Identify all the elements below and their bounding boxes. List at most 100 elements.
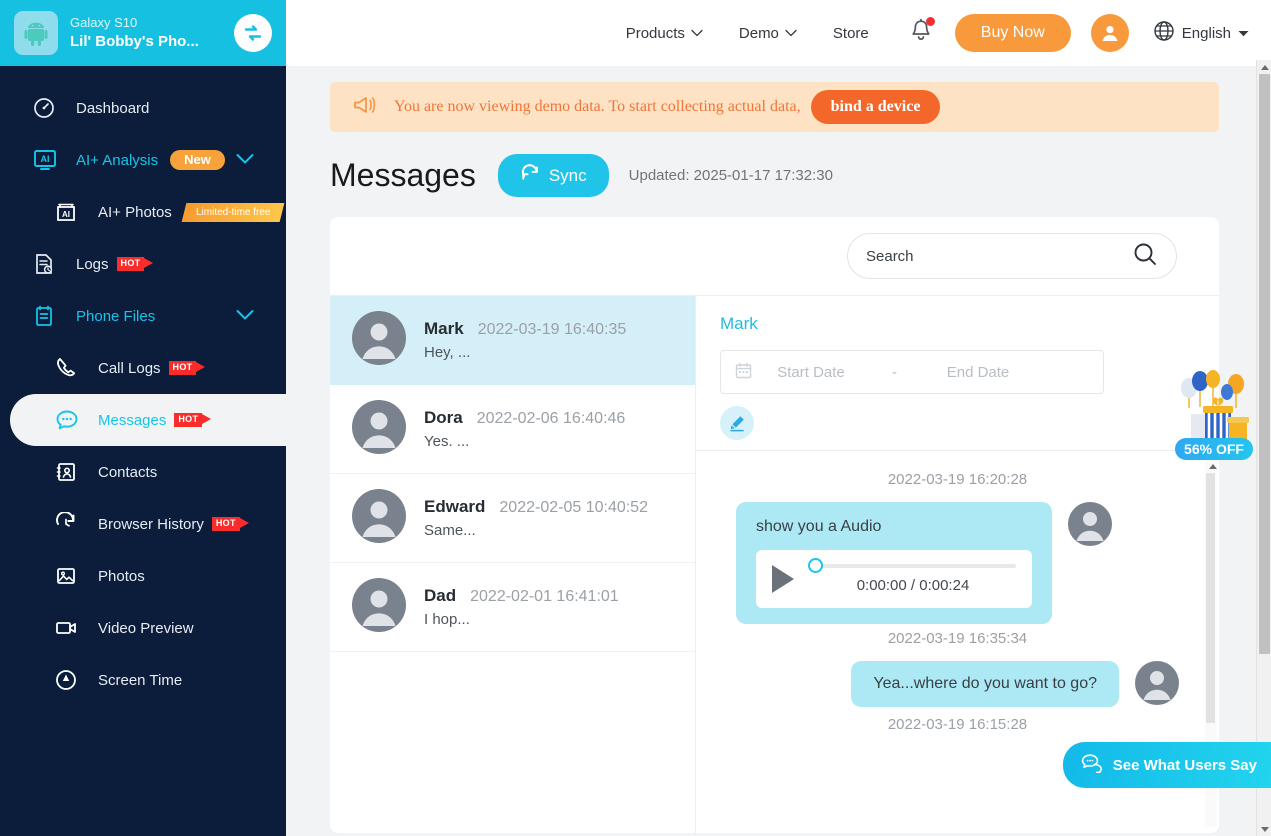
chat-message-incoming: show you a Audio 0:00:00 / 0:00:24: [736, 502, 1179, 624]
svg-text:AI: AI: [41, 154, 50, 164]
sync-button[interactable]: Sync: [497, 154, 609, 197]
list-item[interactable]: Edward 2022-02-05 10:40:52 Same...: [330, 474, 695, 563]
sidebar-item-label: Photos: [98, 567, 145, 585]
chevron-down-icon[interactable]: [236, 308, 254, 325]
date-range-separator: -: [892, 363, 897, 381]
audio-time-label: 0:00:00 / 0:00:24: [856, 577, 970, 594]
notification-dot: [925, 16, 935, 26]
sidebar: Galaxy S10 Lil' Bobby's Pho... Dashboard…: [0, 0, 286, 836]
sidebar-item-label: Browser History: [98, 515, 204, 533]
device-model: Galaxy S10: [70, 15, 138, 31]
buy-now-button[interactable]: Buy Now: [954, 14, 1071, 52]
nav-store[interactable]: Store: [833, 25, 869, 42]
language-selector[interactable]: English: [1153, 20, 1249, 46]
end-date-input[interactable]: [919, 363, 1037, 381]
message-text: show you a Audio: [756, 518, 882, 535]
avatar: [352, 399, 406, 459]
top-nav-links: Products Demo Store: [626, 25, 869, 42]
avatar: [1068, 502, 1112, 551]
date-range-filter[interactable]: -: [720, 350, 1104, 394]
sidebar-item-label: Dashboard: [76, 99, 150, 117]
message-timestamp: 2022-02-06 16:40:46: [476, 410, 626, 427]
message-preview: Yes. ...: [424, 433, 470, 450]
sidebar-item-screen-time[interactable]: Screen Time: [0, 654, 286, 706]
list-item-meta: Edward 2022-02-05 10:40:52 Same...: [424, 497, 681, 539]
megaphone-icon: [352, 93, 378, 122]
bind-a-device-button[interactable]: bind a device: [810, 90, 941, 124]
audio-progress-track[interactable]: [808, 558, 1016, 573]
audio-progress-knob[interactable]: [808, 558, 823, 573]
switch-device-icon[interactable]: [234, 14, 272, 52]
search-icon[interactable]: [1132, 241, 1158, 272]
sidebar-item-ai-analysis[interactable]: AI AI+ Analysis New: [0, 134, 286, 186]
list-item-meta: Mark 2022-03-19 16:40:35 Hey, ...: [424, 319, 681, 361]
device-selector[interactable]: Galaxy S10 Lil' Bobby's Pho...: [0, 0, 286, 66]
sidebar-item-label: AI+ Photos: [98, 203, 172, 221]
nav-products[interactable]: Products: [626, 25, 703, 42]
badge-hot: HOT: [211, 517, 249, 531]
message-bubble: Yea...where do you want to go?: [851, 661, 1119, 707]
message-timestamp: 2022-03-19 16:35:34: [887, 630, 1028, 647]
chevron-down-icon[interactable]: [236, 152, 254, 169]
list-item[interactable]: Dora 2022-02-06 16:40:46 Yes. ...: [330, 385, 695, 474]
audio-player[interactable]: 0:00:00 / 0:00:24: [756, 550, 1032, 608]
demo-data-notice: You are now viewing demo data. To start …: [330, 82, 1219, 132]
gift-balloons-icon: [1181, 370, 1249, 440]
sidebar-item-phone-files[interactable]: Phone Files: [0, 290, 286, 342]
search-box[interactable]: [847, 233, 1177, 279]
avatar: [352, 577, 406, 637]
bell-icon[interactable]: [909, 16, 935, 49]
search-input[interactable]: [866, 247, 1132, 265]
messages-panel: Mark 2022-03-19 16:40:35 Hey, ...: [330, 217, 1219, 833]
contact-name: Mark: [424, 319, 464, 338]
panel-header: [330, 217, 1219, 295]
phone-icon: [54, 356, 86, 380]
sidebar-item-label: AI+ Analysis: [76, 151, 159, 169]
audio-controls: 0:00:00 / 0:00:24: [808, 558, 1016, 594]
start-date-input[interactable]: [752, 363, 870, 381]
scroll-up-arrow[interactable]: [1257, 60, 1271, 74]
chat-message-outgoing: Yea...where do you want to go?: [736, 661, 1179, 710]
device-meta: Galaxy S10 Lil' Bobby's Pho...: [70, 15, 230, 51]
list-item[interactable]: Dad 2022-02-01 16:41:01 I hop...: [330, 563, 695, 652]
list-item[interactable]: Mark 2022-03-19 16:40:35 Hey, ...: [330, 296, 695, 385]
nav-demo[interactable]: Demo: [739, 25, 797, 42]
sidebar-item-photos[interactable]: Photos: [0, 550, 286, 602]
promo-widget[interactable]: 56% OFF: [1175, 370, 1253, 460]
image-icon: [54, 564, 86, 588]
sidebar-item-label: Messages: [98, 411, 167, 429]
chat-bubble-icon: [54, 408, 86, 432]
chat-contact-name: Mark: [720, 314, 758, 333]
sidebar-item-video-preview[interactable]: Video Preview: [0, 602, 286, 654]
log-file-icon: [32, 252, 64, 276]
sidebar-item-contacts[interactable]: Contacts: [0, 446, 286, 498]
chevron-down-icon: [691, 29, 703, 37]
sidebar-item-call-logs[interactable]: Call Logs HOT: [0, 342, 286, 394]
chat-header: Mark -: [696, 296, 1219, 440]
globe-icon: [1153, 20, 1175, 46]
play-icon[interactable]: [772, 565, 794, 593]
sidebar-item-messages[interactable]: Messages HOT: [10, 394, 286, 446]
scroll-up-arrow[interactable]: [1205, 459, 1219, 473]
sidebar-nav: Dashboard AI AI+ Analysis New AI AI+ Pho…: [0, 66, 286, 706]
badge-hot: HOT: [174, 413, 212, 427]
chat-scrollbar-thumb[interactable]: [1206, 473, 1215, 723]
page-scrollbar[interactable]: [1256, 60, 1271, 836]
chevron-down-icon: [785, 29, 797, 37]
message-bubble: show you a Audio 0:00:00 / 0:00:24: [736, 502, 1052, 624]
sidebar-item-ai-photos[interactable]: AI AI+ Photos Limited-time free: [0, 186, 286, 238]
sidebar-item-label: Screen Time: [98, 671, 183, 689]
language-label: English: [1181, 24, 1231, 42]
user-avatar-icon[interactable]: [1090, 14, 1129, 52]
pencil-edit-icon[interactable]: [720, 406, 754, 440]
clipboard-icon: [32, 304, 64, 328]
sidebar-item-dashboard[interactable]: Dashboard: [0, 82, 286, 134]
page-scrollbar-thumb[interactable]: [1259, 74, 1270, 654]
sidebar-item-logs[interactable]: Logs HOT: [0, 238, 286, 290]
promo-discount-badge: 56% OFF: [1175, 438, 1253, 460]
see-what-users-say-button[interactable]: See What Users Say: [1062, 742, 1271, 788]
sidebar-item-browser-history[interactable]: Browser History HOT: [0, 498, 286, 550]
scroll-down-arrow[interactable]: [1257, 822, 1271, 836]
list-item-meta: Dad 2022-02-01 16:41:01 I hop...: [424, 586, 681, 628]
badge-new: New: [170, 149, 225, 171]
